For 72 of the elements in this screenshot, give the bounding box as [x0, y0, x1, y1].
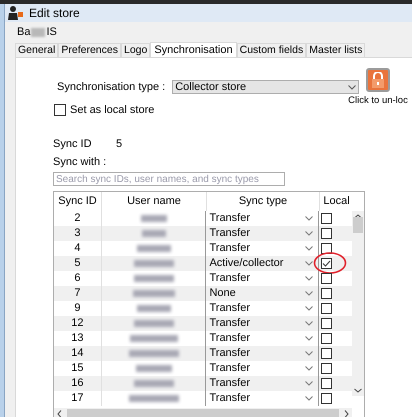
- redacted-text: [128, 350, 179, 357]
- redacted-text: [140, 215, 167, 222]
- redacted-text: [134, 380, 174, 387]
- tab[interactable]: General: [15, 43, 58, 57]
- sync-type-dropdown[interactable]: Transfer: [206, 391, 320, 406]
- checkbox[interactable]: [321, 348, 332, 359]
- redacted-text: [128, 395, 179, 402]
- scroll-right-icon: [344, 410, 349, 417]
- redacted-text: [132, 290, 175, 297]
- horizontal-scrollbar[interactable]: [54, 408, 352, 417]
- caret-icon: [305, 321, 314, 326]
- redacted-text: [134, 320, 174, 327]
- scroll-up-icon: [354, 214, 362, 219]
- redacted-text: [31, 28, 46, 37]
- caret-icon: [305, 306, 314, 311]
- scroll-down-icon: [354, 388, 362, 393]
- checkbox[interactable]: [321, 363, 332, 374]
- tab[interactable]: Synchronisation: [150, 42, 237, 58]
- caret-icon: [305, 396, 314, 401]
- tab[interactable]: Preferences: [58, 43, 121, 57]
- store-name: IS: [46, 25, 57, 40]
- sync-id-value: 5: [116, 137, 122, 152]
- tab[interactable]: Logo: [120, 43, 150, 57]
- caret-icon: [305, 216, 314, 221]
- sync-type-dropdown[interactable]: Collector store: [172, 80, 360, 94]
- checkbox[interactable]: [321, 333, 332, 344]
- caret-icon: [348, 84, 356, 90]
- checkbox[interactable]: [321, 378, 332, 389]
- search-field[interactable]: Search sync IDs, user names, and sync types: [53, 172, 285, 186]
- caret-icon: [305, 351, 314, 356]
- table-cell: 17: [54, 391, 102, 406]
- redacted-text: [136, 245, 171, 252]
- checkbox[interactable]: [321, 318, 332, 329]
- scroll-thumb[interactable]: [353, 217, 363, 233]
- field-label: Sync ID: [53, 137, 93, 152]
- vertical-scrollbar[interactable]: [352, 211, 364, 396]
- caret-icon: [305, 366, 314, 371]
- store-name: Ba: [17, 25, 30, 40]
- redacted-text: [130, 335, 178, 342]
- checkbox[interactable]: [321, 243, 332, 254]
- store-person-icon: [8, 6, 24, 20]
- redacted-text: [136, 365, 172, 372]
- checkbox[interactable]: [54, 104, 66, 116]
- window-title: Edit store: [29, 5, 80, 22]
- checkbox[interactable]: [321, 393, 332, 404]
- checkbox[interactable]: [321, 228, 332, 239]
- checkbox[interactable]: [321, 303, 332, 314]
- scroll-left-icon: [57, 410, 62, 417]
- caret-icon: [305, 261, 314, 266]
- lock-icon: [371, 72, 385, 88]
- checkbox[interactable]: [321, 273, 332, 284]
- caret-icon: [305, 381, 314, 386]
- redacted-text: [136, 305, 171, 312]
- redacted-text: [134, 275, 174, 282]
- caret-icon: [305, 291, 314, 296]
- scroll-thumb[interactable]: [67, 409, 339, 417]
- caret-icon: [305, 246, 314, 251]
- redacted-text: [142, 230, 166, 237]
- tab[interactable]: Master lists: [306, 43, 366, 57]
- caret-icon: [305, 276, 314, 281]
- field-label: Sync with :: [53, 156, 106, 168]
- checkbox[interactable]: [321, 258, 332, 269]
- checkbox[interactable]: [321, 288, 332, 299]
- caret-icon: [305, 336, 314, 341]
- tab[interactable]: Custom fields: [236, 43, 306, 57]
- field-label: Synchronisation type :: [57, 80, 166, 95]
- caret-icon: [305, 231, 314, 236]
- redacted-text: [134, 260, 174, 267]
- lock-label[interactable]: Click to un-loc: [348, 94, 408, 108]
- lock-button[interactable]: [366, 68, 390, 92]
- checkbox-label: Set as local store: [70, 102, 154, 118]
- checkbox[interactable]: [321, 213, 332, 224]
